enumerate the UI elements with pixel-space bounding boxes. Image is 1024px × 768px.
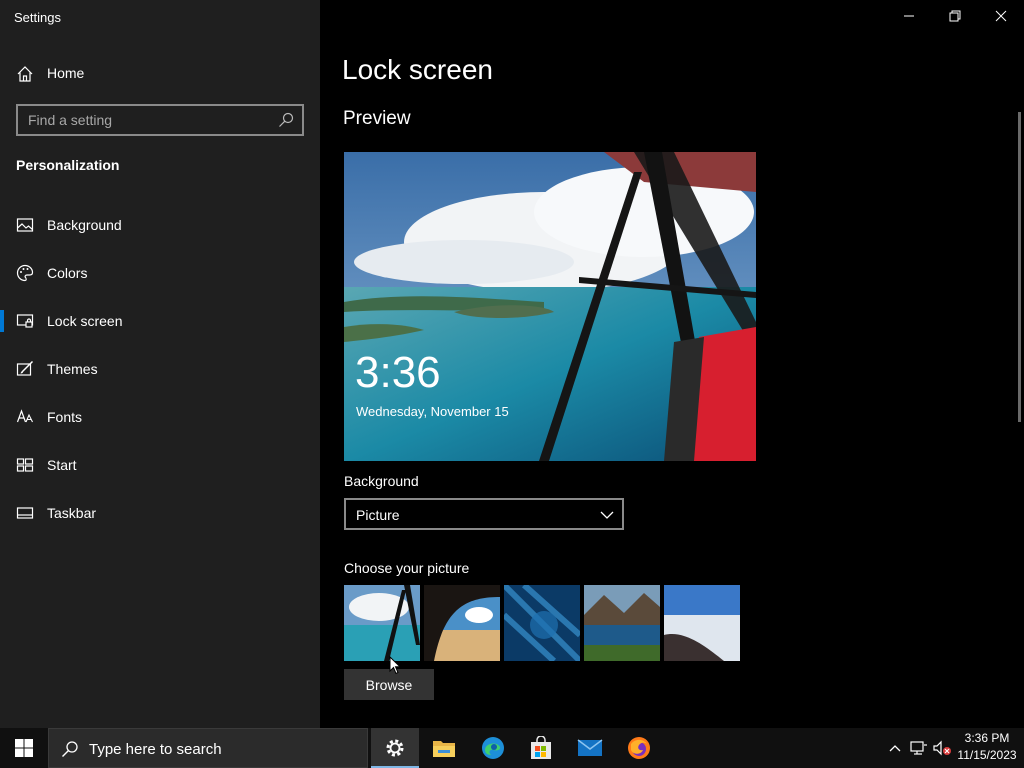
- picture-thumbnail-4[interactable]: [584, 585, 660, 661]
- taskbar-search-box[interactable]: Type here to search: [48, 728, 368, 768]
- start-button[interactable]: [0, 728, 48, 768]
- show-hidden-icons-button[interactable]: [886, 728, 904, 768]
- preview-date: Wednesday, November 15: [356, 404, 509, 419]
- chevron-up-icon: [889, 745, 901, 752]
- picture-thumbnail-5[interactable]: [664, 585, 740, 661]
- search-input[interactable]: [18, 106, 268, 134]
- sidebar-item-label: Lock screen: [47, 313, 123, 329]
- choose-picture-label: Choose your picture: [344, 560, 470, 576]
- taskbar: Type here to search 3:36 PM 11/15/2023: [0, 728, 1024, 768]
- mail-icon: [577, 739, 603, 756]
- home-link[interactable]: Home: [0, 60, 320, 88]
- sidebar-item-lock-screen[interactable]: Lock screen: [0, 301, 320, 341]
- taskbar-app-settings[interactable]: [371, 728, 419, 768]
- taskbar-app-file-explorer[interactable]: [420, 728, 468, 768]
- picture-thumbnails: [344, 585, 744, 661]
- taskbar-app-mail[interactable]: [566, 728, 614, 768]
- sidebar-item-taskbar[interactable]: Taskbar: [0, 493, 320, 533]
- network-icon: [910, 741, 927, 755]
- background-dropdown-value: Picture: [356, 507, 400, 523]
- picture-thumbnail-3[interactable]: [504, 585, 580, 661]
- window-title: Settings: [14, 10, 61, 25]
- sidebar-item-start[interactable]: Start: [0, 445, 320, 485]
- lock-screen-preview: 3:36 Wednesday, November 15: [344, 152, 756, 461]
- taskbar-search-placeholder: Type here to search: [89, 741, 222, 758]
- sidebar-item-label: Themes: [47, 361, 98, 377]
- taskbar-clock[interactable]: 3:36 PM 11/15/2023: [954, 730, 1020, 764]
- store-icon: [531, 736, 551, 759]
- taskbar-app-edge[interactable]: [469, 728, 517, 768]
- restore-button[interactable]: [932, 0, 978, 32]
- page-title: Lock screen: [342, 54, 493, 85]
- chevron-down-icon: [600, 511, 614, 519]
- search-icon: [62, 741, 78, 757]
- font-icon: [16, 409, 33, 423]
- taskbar-icon: [16, 507, 34, 519]
- scrollbar[interactable]: [1018, 112, 1021, 422]
- section-title: Personalization: [16, 157, 120, 173]
- mouse-cursor-icon: [389, 656, 401, 675]
- taskbar-app-store[interactable]: [517, 728, 565, 768]
- start-tiles-icon: [16, 458, 34, 472]
- clock-date: 11/15/2023: [957, 748, 1017, 762]
- minimize-icon: [904, 15, 914, 17]
- sidebar-item-themes[interactable]: Themes: [0, 349, 320, 389]
- windows-logo-icon: [15, 739, 33, 757]
- sidebar-item-label: Fonts: [47, 409, 83, 425]
- sidebar-item-label: Start: [47, 457, 77, 473]
- sidebar-item-colors[interactable]: Colors: [0, 253, 320, 293]
- settings-icon: [386, 739, 404, 757]
- picture-thumbnail-1[interactable]: [344, 585, 420, 661]
- file-explorer-icon: [433, 741, 455, 757]
- close-button[interactable]: [978, 0, 1024, 32]
- brush-icon: [16, 360, 34, 376]
- sidebar-item-label: Colors: [47, 265, 88, 281]
- main-content: Lock screen Preview 3:36 Wednesday, Nove…: [320, 0, 1024, 728]
- close-icon: [995, 10, 1007, 22]
- minimize-button[interactable]: [886, 0, 932, 32]
- lock-screen-icon: [16, 314, 34, 328]
- preview-heading: Preview: [343, 108, 411, 129]
- clock-time: 3:36 PM: [964, 731, 1010, 745]
- sidebar: Settings Home Personalization Background…: [0, 0, 320, 728]
- volume-button[interactable]: [932, 728, 954, 768]
- volume-muted-icon: [933, 740, 951, 756]
- preview-time: 3:36: [355, 348, 441, 397]
- search-icon[interactable]: [278, 112, 294, 128]
- image-icon: [16, 218, 34, 232]
- sidebar-item-label: Background: [47, 217, 122, 233]
- network-button[interactable]: [908, 728, 930, 768]
- palette-icon: [16, 264, 34, 282]
- picture-thumbnail-2[interactable]: [424, 585, 500, 661]
- sidebar-item-fonts[interactable]: Fonts: [0, 397, 320, 437]
- background-label: Background: [344, 473, 419, 489]
- firefox-icon: [628, 737, 650, 759]
- sidebar-item-label: Taskbar: [47, 505, 97, 521]
- home-icon: [17, 66, 33, 82]
- home-label: Home: [47, 65, 85, 81]
- edge-icon: [482, 737, 504, 759]
- restore-icon: [949, 10, 961, 22]
- settings-search-box[interactable]: [16, 104, 304, 136]
- sidebar-item-background[interactable]: Background: [0, 205, 320, 245]
- background-dropdown[interactable]: Picture: [344, 498, 624, 530]
- taskbar-app-firefox[interactable]: [615, 728, 663, 768]
